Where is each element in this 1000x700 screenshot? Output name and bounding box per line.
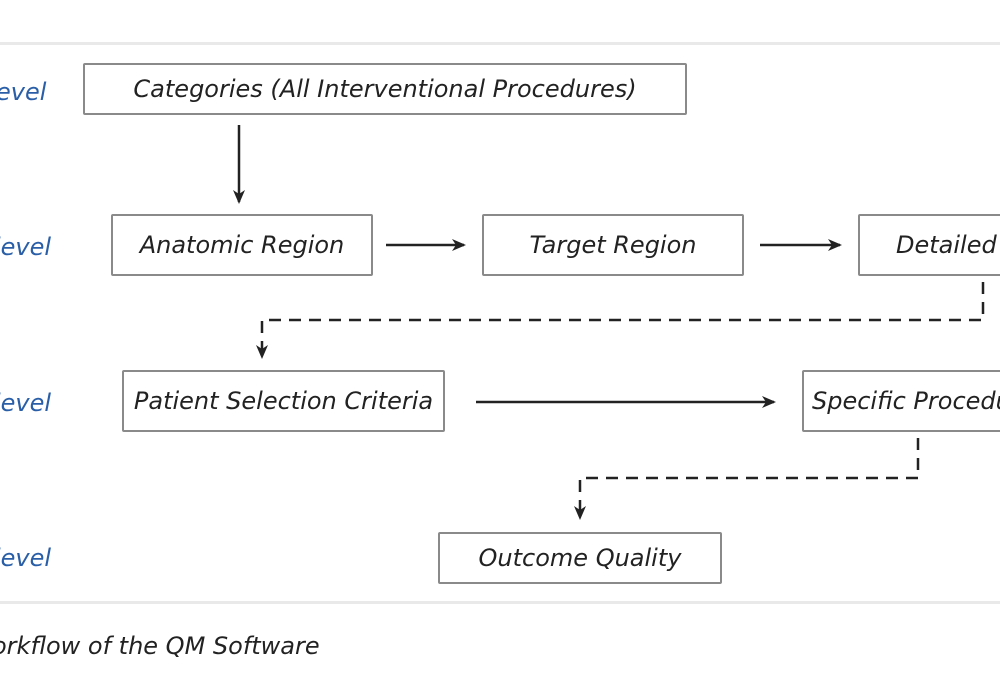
connectors xyxy=(233,125,985,520)
dashed-arrow-detailed-to-patient xyxy=(256,282,985,359)
figure-caption: orkflow of the QM Software xyxy=(0,632,320,660)
dashed-arrow-specific-to-outcome xyxy=(574,438,920,520)
